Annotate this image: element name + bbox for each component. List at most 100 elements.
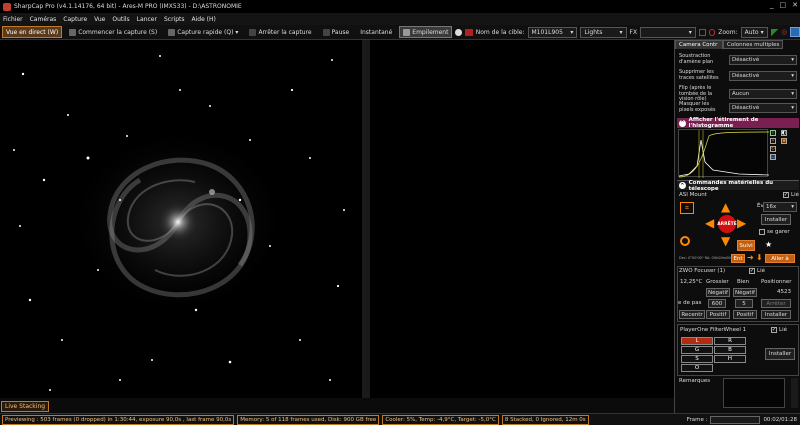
stop-capture-button[interactable]: Arrêter la capture <box>245 26 315 38</box>
coarse-positive-button[interactable]: Positif <box>706 310 730 319</box>
quick-capture-button[interactable]: Capture rapide (Q) ▾ <box>164 26 242 38</box>
star-icon[interactable]: ★ <box>765 240 775 250</box>
close-button[interactable]: ✕ <box>792 1 798 9</box>
collapse-icon[interactable]: ^ <box>679 119 686 127</box>
filter-button-r[interactable]: R <box>714 337 746 345</box>
filter-button-g[interactable]: G <box>681 346 713 354</box>
histogram-icon[interactable] <box>770 28 779 36</box>
focuser-connected[interactable]: ✓ Lié <box>749 268 765 274</box>
pause-button[interactable]: Pause <box>319 26 354 38</box>
filterwheel-connected-label: Lié <box>779 327 787 333</box>
snapshot-button[interactable]: Instantané <box>356 26 396 38</box>
start-capture-button[interactable]: Commencer la capture (S) <box>65 26 161 38</box>
positive-label: Positif <box>736 311 754 318</box>
live-view-button[interactable]: Vue en direct (W) <box>2 26 63 38</box>
remarks-textarea[interactable] <box>723 378 785 408</box>
goto-button[interactable]: Aller à <box>765 254 795 263</box>
quick-capture-icon <box>168 28 176 36</box>
park-toggle[interactable]: se garer <box>759 229 790 235</box>
setting-label: Masquer les pixels exposés <box>679 101 716 113</box>
live-stacking-tab[interactable]: Live Stacking <box>1 401 50 412</box>
filterwheel-connected[interactable]: ✓ Lié <box>771 327 787 333</box>
settings-icon[interactable] <box>790 27 800 37</box>
lock-icon[interactable]: ▣ <box>781 138 787 144</box>
filterwheel-name: PlayerOne FilterWheel 1 <box>680 327 747 333</box>
checkbox-icon[interactable] <box>759 229 765 235</box>
menu-tools[interactable]: Outils <box>112 16 129 23</box>
mount-install-button[interactable]: Installer <box>761 214 791 225</box>
target-icon <box>465 28 473 36</box>
focuser-stop-button[interactable]: Arrêter <box>761 299 791 308</box>
arrow-up-icon[interactable]: ▲ <box>721 200 730 214</box>
arrow-left-icon[interactable]: ◀ <box>705 216 714 230</box>
mount-home-icon[interactable] <box>680 236 690 246</box>
filter-button-s[interactable]: S <box>681 355 713 363</box>
maximize-button[interactable]: □ <box>780 1 787 9</box>
focuser-install-button[interactable]: Installer <box>761 310 791 319</box>
menu-file[interactable]: Fichier <box>3 16 23 23</box>
recenter-button[interactable]: Recentr <box>679 310 705 319</box>
menu-capture[interactable]: Capture <box>63 16 87 23</box>
mask-pixels-select[interactable]: Désactivé ▾ <box>729 102 797 113</box>
contrast-icon[interactable]: ◐ <box>781 130 787 136</box>
mount-stop-button[interactable]: ARRÊTÉ <box>717 215 737 233</box>
mount-spiral-icon[interactable]: ⌗ <box>680 202 694 214</box>
arrow-down-icon[interactable]: ▼ <box>721 234 730 248</box>
satellite-trails-select[interactable]: Désactivé ▾ <box>729 70 797 81</box>
fx-select[interactable]: ▾ <box>640 26 696 38</box>
zoom-select[interactable]: Auto ▾ <box>740 26 768 38</box>
filter-button-b[interactable]: B <box>714 346 746 354</box>
reticle-icon[interactable] <box>708 28 716 36</box>
mount-section-header[interactable]: ^ Commandes matérielles du télescope <box>677 179 799 192</box>
coarse-step-input[interactable]: 600 <box>708 299 726 308</box>
status-previewing: Previewing : 503 frames (0 dropped) in 1… <box>2 414 235 425</box>
checkbox-icon[interactable]: ✓ <box>771 327 777 333</box>
stacking-button[interactable]: Empilement <box>399 26 453 38</box>
checkbox-icon[interactable]: ✓ <box>749 268 755 274</box>
filter-button-o[interactable]: O <box>681 364 713 372</box>
reset-icon[interactable]: ↻ <box>770 146 776 152</box>
fine-step-input[interactable]: 5 <box>735 299 753 308</box>
arrow-down-icon[interactable]: ⬇ <box>756 253 763 262</box>
fine-positive-button[interactable]: Positif <box>733 310 757 319</box>
collapse-icon[interactable]: ^ <box>679 182 686 189</box>
filterwheel-install-button[interactable]: Installer <box>765 348 795 360</box>
histogram-section-header[interactable]: ^ Afficher l'étirement de l'histogramme <box>677 117 799 129</box>
mount-connected[interactable]: ✓ Lié <box>783 192 799 198</box>
menu-run[interactable]: Lancer <box>137 16 157 23</box>
menu-help[interactable]: Aide (H) <box>192 16 216 23</box>
mount-section-title: Commandes matérielles du télescope <box>688 179 774 192</box>
empty-canvas <box>370 40 674 398</box>
panel-scrollbar[interactable] <box>791 378 798 408</box>
focuser-stop-label: Arrêter <box>766 300 786 307</box>
frame-type-select[interactable]: Lights ▾ <box>580 26 627 38</box>
auto-stretch-icon[interactable]: i <box>770 130 776 136</box>
save-icon[interactable]: ▤ <box>770 154 776 160</box>
menu-scripts[interactable]: Scripts <box>164 16 185 23</box>
fine-negative-button[interactable]: Négatif <box>733 288 757 297</box>
roi-icon[interactable] <box>698 28 706 36</box>
coarse-negative-button[interactable]: Négatif <box>706 288 730 297</box>
image-viewport[interactable] <box>0 40 362 398</box>
background-subtraction-select[interactable]: Désactivé ▾ <box>729 54 797 65</box>
filter-button-h[interactable]: H <box>714 355 746 363</box>
tab-camera-controls[interactable]: Camera Contr <box>675 40 723 49</box>
tab-multi-columns[interactable]: Colonnes multiples <box>723 40 783 49</box>
menu-cameras[interactable]: Caméras <box>30 16 57 23</box>
arrow-right-icon[interactable]: ➜ <box>747 253 754 262</box>
flip-select[interactable]: Aucun ▾ <box>729 89 797 100</box>
filter-button-l[interactable]: L <box>681 337 713 345</box>
histogram-plot[interactable] <box>678 129 770 178</box>
slew-speed-select[interactable]: 16x ▾ <box>763 202 797 212</box>
menu-view[interactable]: Vue <box>94 16 105 23</box>
target-name-input[interactable]: M101L905 ▾ <box>527 26 578 38</box>
lightning-icon[interactable]: ⚡ <box>770 138 776 144</box>
tracking-button[interactable]: Suivi <box>737 240 755 251</box>
minimize-button[interactable]: _ <box>770 1 774 9</box>
record-icon[interactable] <box>455 28 463 36</box>
zoom-icon[interactable]: ◎ <box>781 28 787 36</box>
arrow-right-icon[interactable]: ▶ <box>737 216 746 230</box>
checkbox-icon[interactable]: ✓ <box>783 192 789 198</box>
enter-button[interactable]: Ent <box>731 254 745 263</box>
vertical-scrollbar[interactable] <box>362 40 370 398</box>
